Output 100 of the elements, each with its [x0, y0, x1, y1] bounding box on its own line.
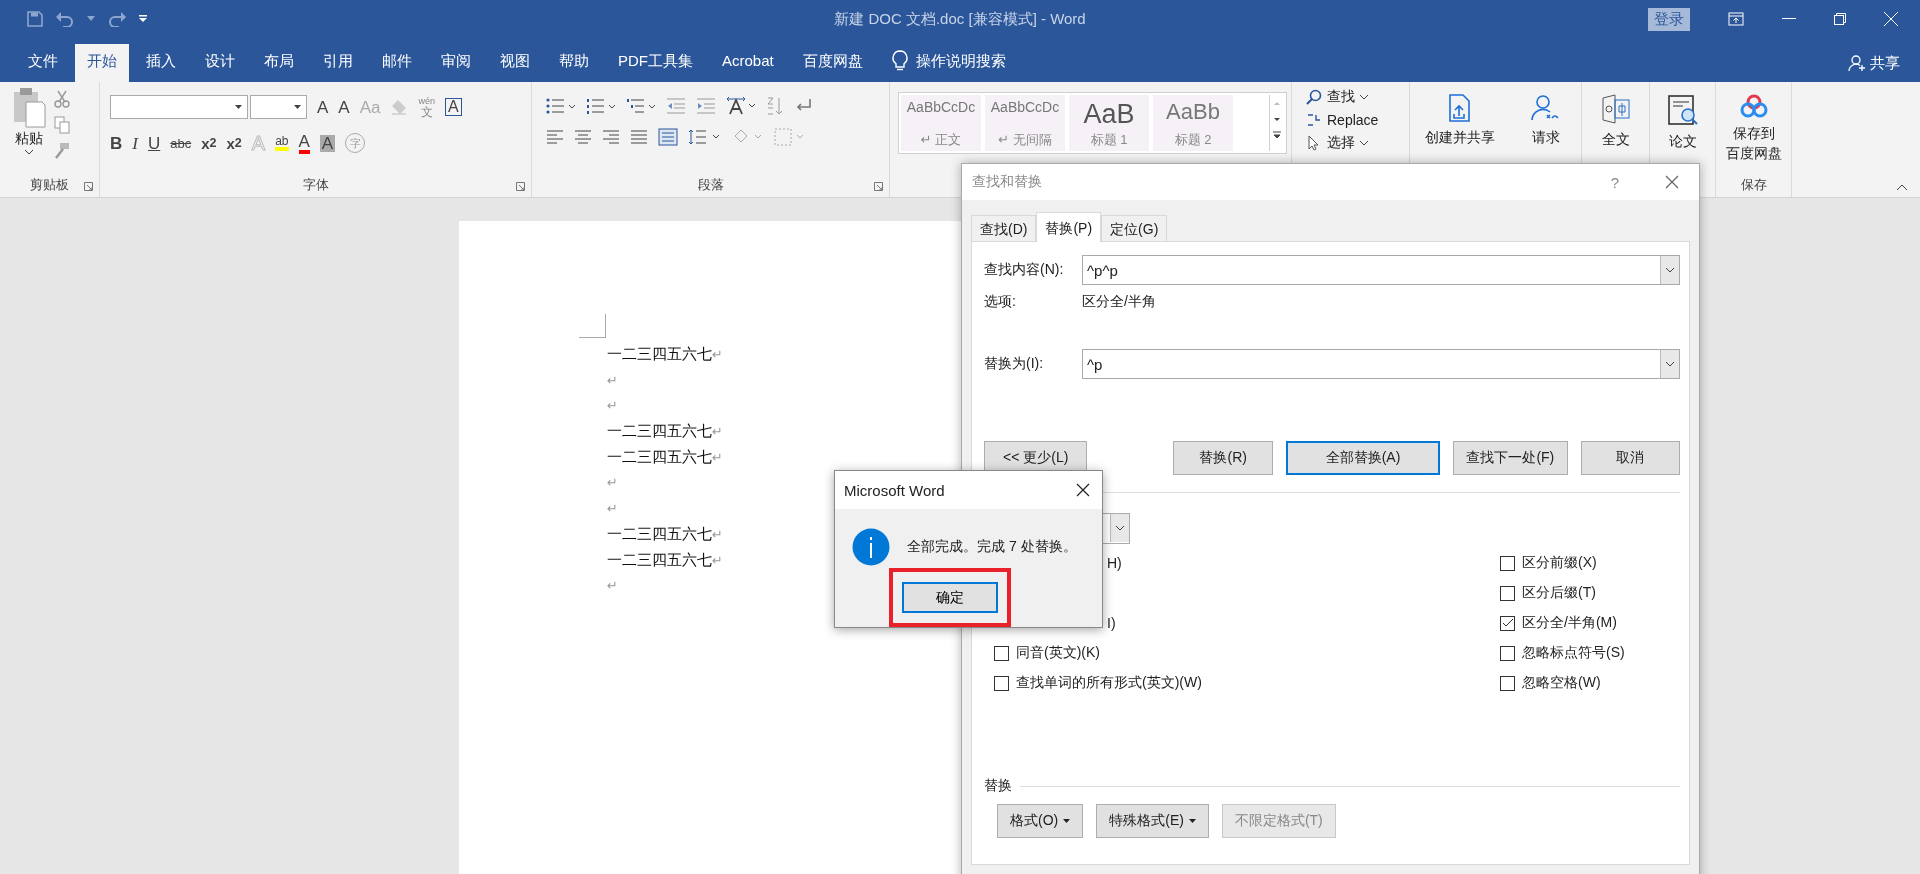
ribbon-tab[interactable]: 帮助 [547, 44, 601, 82]
decrease-indent-icon[interactable] [666, 97, 686, 115]
ribbon-button[interactable]: 论文 [1666, 94, 1699, 150]
ribbon-tab[interactable]: 审阅 [429, 44, 483, 82]
paragraph-mark: ↵ [712, 424, 723, 440]
distributed-icon[interactable] [658, 128, 678, 146]
checkbox[interactable] [1500, 675, 1515, 691]
format-button[interactable]: A [298, 132, 310, 154]
dialog-tab[interactable]: 定位(G) [1101, 215, 1168, 241]
multilevel-list-icon[interactable] [626, 97, 656, 115]
editing-button[interactable]: 选择 [1306, 134, 1403, 152]
caret-icon [1360, 140, 1368, 146]
undo-icon[interactable] [55, 11, 75, 27]
font-size-field[interactable] [250, 95, 307, 119]
editing-button[interactable]: Replace [1306, 112, 1403, 128]
format-button[interactable]: B [110, 134, 123, 152]
ribbon-tab[interactable]: 设计 [193, 44, 247, 82]
caret-icon[interactable] [87, 16, 95, 22]
dialog-tab[interactable]: 查找(D) [971, 215, 1037, 241]
ribbon-button[interactable]: 保存到 百度网盘 [1725, 94, 1782, 162]
align-left-icon[interactable] [546, 130, 564, 144]
format-button[interactable]: I [132, 134, 138, 152]
checkbox-label: I) [1107, 615, 1116, 631]
font-name-field[interactable] [110, 95, 248, 119]
align-center-icon[interactable] [574, 130, 592, 144]
ribbon-tab[interactable]: Acrobat [710, 44, 786, 82]
ribbon-tab[interactable]: PDF工具集 [606, 44, 705, 82]
share-button[interactable]: 共享 [1870, 53, 1900, 73]
checkbox-label: 忽略空格(W) [1522, 674, 1601, 692]
format-button[interactable]: U [147, 134, 161, 152]
customize-icon[interactable] [139, 15, 147, 23]
font-tool-button[interactable]: A [445, 98, 462, 116]
collapse-ribbon-icon[interactable] [1896, 184, 1908, 191]
ribbon-button[interactable]: 创建并共享 [1425, 94, 1495, 146]
style-tile[interactable]: AaBb 标题 2 [1153, 95, 1233, 151]
restore-icon[interactable] [1834, 13, 1846, 25]
checkbox[interactable] [994, 675, 1009, 691]
dialog-launcher-icon[interactable] [874, 182, 883, 191]
ribbon-tab[interactable]: 引用 [311, 44, 365, 82]
format-painter-icon[interactable] [54, 142, 70, 160]
help-button[interactable]: ? [1610, 173, 1619, 191]
checkbox-label: 区分全/半角(M) [1522, 614, 1617, 632]
copy-icon[interactable] [54, 116, 70, 134]
numbering-icon[interactable] [586, 97, 616, 115]
checkbox[interactable] [1500, 585, 1515, 601]
dialog-launcher-icon[interactable] [516, 182, 525, 191]
person-add-icon[interactable] [1848, 54, 1866, 72]
justify-icon[interactable] [630, 130, 648, 144]
redo-icon[interactable] [107, 11, 127, 27]
increase-indent-icon[interactable] [696, 97, 716, 115]
close-icon[interactable] [1076, 483, 1090, 497]
sign-in-button[interactable]: 登录 [1648, 7, 1690, 31]
dialog-button[interactable]: 查找下一处(F) [1453, 441, 1568, 475]
text-direction-icon[interactable] [726, 96, 756, 116]
checkbox[interactable] [1500, 615, 1515, 631]
ribbon-button[interactable]: 请求 [1530, 94, 1561, 146]
ribbon-tab[interactable]: 开始 [75, 44, 129, 82]
ribbon-tab[interactable]: 视图 [488, 44, 542, 82]
format-button[interactable]: ab [275, 135, 289, 151]
tell-me-search[interactable]: 操作说明搜索 [915, 44, 1006, 82]
scissors-icon[interactable] [54, 90, 70, 108]
lightbulb-icon[interactable] [891, 50, 908, 72]
font-tool-button[interactable]: A [338, 98, 350, 116]
ribbon-tab[interactable]: 邮件 [370, 44, 424, 82]
line-spacing-icon[interactable] [688, 128, 722, 146]
format-button[interactable]: A [319, 134, 336, 152]
ok-button[interactable]: 确定 [902, 582, 998, 613]
style-tile[interactable]: AaB 标题 1 [1069, 95, 1149, 151]
ribbon-tab[interactable]: 插入 [134, 44, 188, 82]
ribbon-tab[interactable]: 文件 [16, 44, 70, 82]
dialog-launcher-icon[interactable] [84, 182, 93, 191]
editing-button[interactable]: 查找 [1306, 88, 1403, 106]
dialog-tab[interactable]: 替换(P) [1036, 212, 1102, 242]
ribbon-tab[interactable]: 布局 [252, 44, 306, 82]
find-label: 查找内容(N): [984, 261, 1065, 279]
format-menu-button[interactable]: 特殊格式(E) [1096, 804, 1209, 838]
save-icon[interactable] [27, 11, 43, 27]
paste-button[interactable]: 粘贴 [12, 86, 46, 173]
bullets-icon[interactable] [546, 97, 576, 115]
sort-icon[interactable] [766, 96, 784, 116]
dialog-button[interactable]: 替换(R) [1173, 441, 1273, 475]
dialog-button[interactable]: 取消 [1580, 441, 1680, 475]
ribbon-tab[interactable]: 百度网盘 [790, 44, 875, 82]
format-button[interactable]: abc [170, 136, 192, 150]
checkbox[interactable] [1500, 645, 1515, 661]
checkbox[interactable] [994, 645, 1009, 661]
caret-icon [1115, 525, 1125, 531]
font-tool-button[interactable]: A [317, 98, 329, 116]
ribbon-button[interactable]: 全文 [1600, 94, 1631, 148]
style-tile[interactable]: AaBbCcDc ↵ 无间隔 [985, 95, 1065, 151]
ribbon-display-icon[interactable] [1728, 12, 1744, 26]
style-tile[interactable]: AaBbCcDc ↵ 正文 [901, 95, 981, 151]
find-field[interactable]: ^p^p [1082, 255, 1680, 285]
dialog-button[interactable]: 全部替换(A) [1285, 441, 1441, 475]
minimize-icon[interactable] [1782, 18, 1796, 20]
replace-field[interactable]: ^p [1082, 349, 1680, 379]
format-menu-button[interactable]: 格式(O) [997, 804, 1084, 838]
checkbox[interactable] [1500, 555, 1515, 571]
align-right-icon[interactable] [602, 130, 620, 144]
section-label: 替换 [984, 777, 1012, 795]
